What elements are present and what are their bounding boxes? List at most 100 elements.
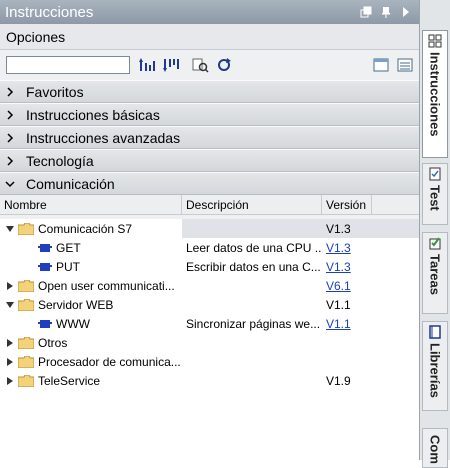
tree-row[interactable]: Otros (0, 333, 419, 352)
version-link[interactable]: V6.1 (326, 279, 351, 293)
column-header-name[interactable]: Nombre (0, 195, 182, 214)
row-name: Open user communicati... (38, 278, 175, 293)
row-version: V1.3 (326, 221, 351, 236)
column-headers: Nombre Descripción Versión (0, 195, 419, 215)
tab-label: Librerías (427, 343, 443, 398)
row-description (182, 219, 322, 238)
row-description (182, 276, 322, 295)
chevron-down-icon (0, 180, 20, 188)
options-toolbar (0, 50, 419, 80)
task-card-sidebar: Instrucciones Test Tareas Librerías Com (419, 0, 450, 468)
row-version (322, 352, 372, 371)
chevron-right-icon (0, 86, 20, 97)
tree-expand-icon[interactable] (4, 376, 16, 385)
version-link[interactable]: V1.3 (326, 241, 351, 255)
tab-com[interactable]: Com (422, 428, 448, 468)
row-name: Procesador de comunica... (38, 354, 181, 369)
tree-row[interactable]: GET Leer datos de una CPU ... V1.3 (0, 238, 419, 257)
row-name: WWW (56, 316, 90, 331)
sort-up-icon[interactable] (138, 55, 158, 75)
version-link[interactable]: V1.3 (326, 260, 351, 274)
folder-icon (18, 222, 34, 235)
section-label: Tecnología (26, 152, 94, 169)
panel-title: Instrucciones (5, 3, 94, 21)
row-name: PUT (56, 259, 80, 274)
library-icon (423, 322, 447, 339)
instructions-tree: Comunicación S7 V1.3 GET Leer datos de u… (0, 219, 419, 460)
instruction-block-icon (38, 243, 52, 252)
tasks-icon (423, 233, 447, 250)
tree-row[interactable]: Servidor WEB V1.1 (0, 295, 419, 314)
row-version: V1.1 (326, 297, 351, 312)
tree-expand-icon[interactable] (4, 338, 16, 347)
instructions-panel: Instrucciones Opciones Favoritos Instruc… (0, 0, 419, 460)
version-link[interactable]: V1.1 (326, 317, 351, 331)
tree-row[interactable]: PUT Escribir datos en una C... V1.3 (0, 257, 419, 276)
panel-titlebar: Instrucciones (0, 0, 419, 24)
folder-icon (18, 279, 34, 292)
row-name: GET (56, 240, 81, 255)
tree-row[interactable]: Procesador de comunica... (0, 352, 419, 371)
tree-row[interactable]: WWW Sincronizar páginas we... V1.1 (0, 314, 419, 333)
instruction-block-icon (38, 262, 52, 271)
folder-icon (18, 336, 34, 349)
column-header-version[interactable]: Versión (322, 195, 372, 214)
row-name: Otros (38, 335, 68, 350)
folder-icon (18, 355, 34, 368)
tab-test[interactable]: Test (422, 163, 448, 225)
block-search-icon[interactable] (190, 55, 210, 75)
row-version (322, 333, 372, 352)
row-name: Servidor WEB (38, 297, 114, 312)
row-description: Sincronizar páginas we... (186, 316, 321, 331)
instruction-block-icon (38, 319, 52, 328)
section-comunicacion[interactable]: Comunicación (0, 172, 419, 195)
chevron-right-icon (0, 109, 20, 120)
row-name: TeleService (38, 373, 101, 388)
tree-expand-icon[interactable] (4, 357, 16, 366)
update-icon[interactable] (214, 55, 234, 75)
options-header: Opciones (0, 24, 419, 50)
tree-expand-icon[interactable] (4, 281, 16, 290)
sort-down-icon[interactable] (162, 55, 182, 75)
tree-row[interactable]: Open user communicati... V6.1 (0, 276, 419, 295)
row-description (182, 352, 322, 371)
column-header-description[interactable]: Descripción (182, 195, 322, 214)
float-window-icon[interactable] (359, 5, 373, 19)
collapse-panel-icon[interactable] (399, 5, 413, 19)
tab-librerias[interactable]: Librerías (422, 321, 448, 411)
section-favoritos[interactable]: Favoritos (0, 80, 419, 103)
chevron-right-icon (0, 132, 20, 143)
row-description (182, 333, 322, 352)
view-details-icon[interactable] (395, 55, 415, 75)
tree-collapse-icon[interactable] (4, 225, 16, 232)
section-label: Favoritos (26, 83, 84, 100)
folder-icon (18, 298, 34, 311)
section-instrucciones-avanzadas[interactable]: Instrucciones avanzadas (0, 126, 419, 149)
view-single-icon[interactable] (371, 55, 391, 75)
tree-collapse-icon[interactable] (4, 301, 16, 308)
section-label: Instrucciones avanzadas (26, 129, 181, 146)
tree-row[interactable]: TeleService V1.9 (0, 371, 419, 390)
row-version: V1.9 (326, 373, 351, 388)
row-name: Comunicación S7 (38, 221, 133, 236)
section-label: Instrucciones básicas (26, 106, 160, 123)
row-description: Leer datos de una CPU ... (186, 240, 322, 255)
tab-label: Test (427, 185, 443, 211)
section-tecnologia[interactable]: Tecnología (0, 149, 419, 172)
row-description (182, 295, 322, 314)
row-description (182, 371, 322, 390)
test-icon (423, 164, 447, 181)
tab-label: Instrucciones (427, 52, 443, 137)
search-input[interactable] (6, 56, 130, 74)
tab-tareas[interactable]: Tareas (422, 232, 448, 314)
tree-row[interactable]: Comunicación S7 V1.3 (0, 219, 419, 238)
instructions-icon (423, 31, 447, 48)
section-label: Comunicación (26, 175, 115, 192)
section-instrucciones-basicas[interactable]: Instrucciones básicas (0, 103, 419, 126)
folder-icon (18, 374, 34, 387)
row-description: Escribir datos en una C... (186, 259, 321, 274)
pin-icon[interactable] (379, 5, 393, 19)
chevron-right-icon (0, 155, 20, 166)
tab-instrucciones[interactable]: Instrucciones (422, 30, 448, 158)
tab-label: Tareas (427, 254, 443, 295)
